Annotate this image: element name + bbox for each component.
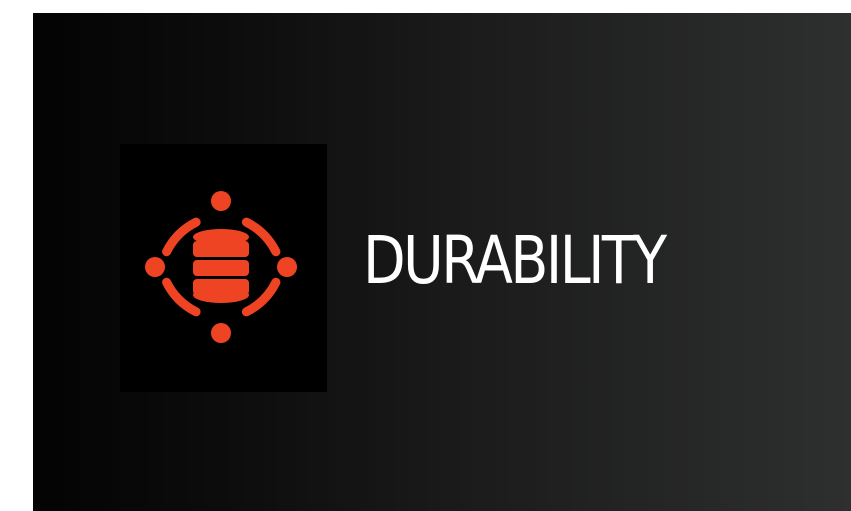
database-cycle-icon [145, 191, 297, 343]
durability-banner: DURABILITY [33, 13, 851, 511]
banner-title: DURABILITY [363, 222, 667, 299]
icon-panel [120, 144, 327, 392]
page: DURABILITY [0, 0, 851, 511]
